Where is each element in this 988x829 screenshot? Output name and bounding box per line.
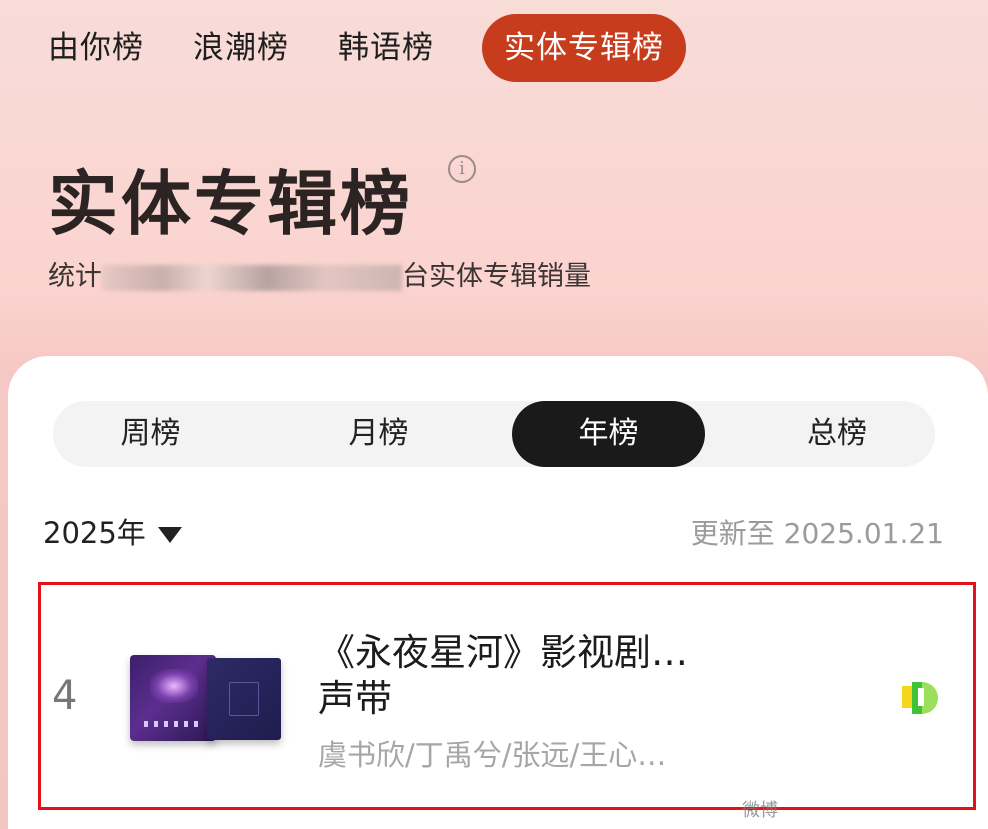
- tab-monthly[interactable]: 月榜: [281, 401, 476, 467]
- rank-number: 4: [52, 673, 78, 719]
- tab-physical-album-chart[interactable]: 实体专辑榜: [482, 14, 686, 82]
- album-title-line1: 《永夜星河》影视剧…: [318, 631, 688, 674]
- cover-art-glow: [150, 669, 198, 703]
- update-info: 更新至 2025.01.21: [691, 512, 944, 552]
- update-date: 2025.01.21: [783, 517, 944, 550]
- watermark: 微博: [742, 798, 978, 824]
- album-cover[interactable]: [130, 655, 216, 741]
- info-icon[interactable]: i: [448, 155, 476, 183]
- page-subtitle: 统计 台实体专辑销量: [48, 254, 591, 293]
- tab-yearly[interactable]: 年榜: [512, 401, 705, 467]
- album-title-line2: 声带: [318, 677, 392, 720]
- tab-youni-chart[interactable]: 由你榜: [48, 14, 144, 82]
- year-dropdown[interactable]: 2025年: [43, 510, 182, 552]
- subtitle-prefix: 统计: [48, 261, 102, 292]
- update-label: 更新至: [690, 517, 775, 550]
- subtitle-suffix: 台实体专辑销量: [402, 261, 591, 292]
- box-emblem: [229, 682, 259, 716]
- year-value: 2025年: [43, 516, 146, 550]
- watermark-text: 微博: [742, 800, 778, 821]
- period-tab-bar: 周榜 月榜 年榜 总榜: [53, 401, 935, 467]
- cover-art-detail: [144, 721, 204, 727]
- tab-weekly[interactable]: 周榜: [53, 401, 248, 467]
- tab-korean-chart[interactable]: 韩语榜: [338, 14, 434, 82]
- album-title[interactable]: 《永夜星河》影视剧… 声带: [318, 630, 758, 722]
- redacted-text: [102, 264, 402, 291]
- trend-new-icon: [902, 682, 938, 714]
- tab-langchao-chart[interactable]: 浪潮榜: [193, 14, 289, 82]
- page-title: 实体专辑榜: [48, 163, 413, 245]
- top-tab-bar: 由你榜 浪潮榜 韩语榜 实体专辑榜: [0, 14, 988, 82]
- tab-all-time[interactable]: 总榜: [739, 401, 935, 467]
- caret-down-icon: [157, 527, 182, 543]
- album-artists: 虞书欣/丁禹兮/张远/王心…: [318, 738, 667, 772]
- album-box-image: [207, 658, 281, 740]
